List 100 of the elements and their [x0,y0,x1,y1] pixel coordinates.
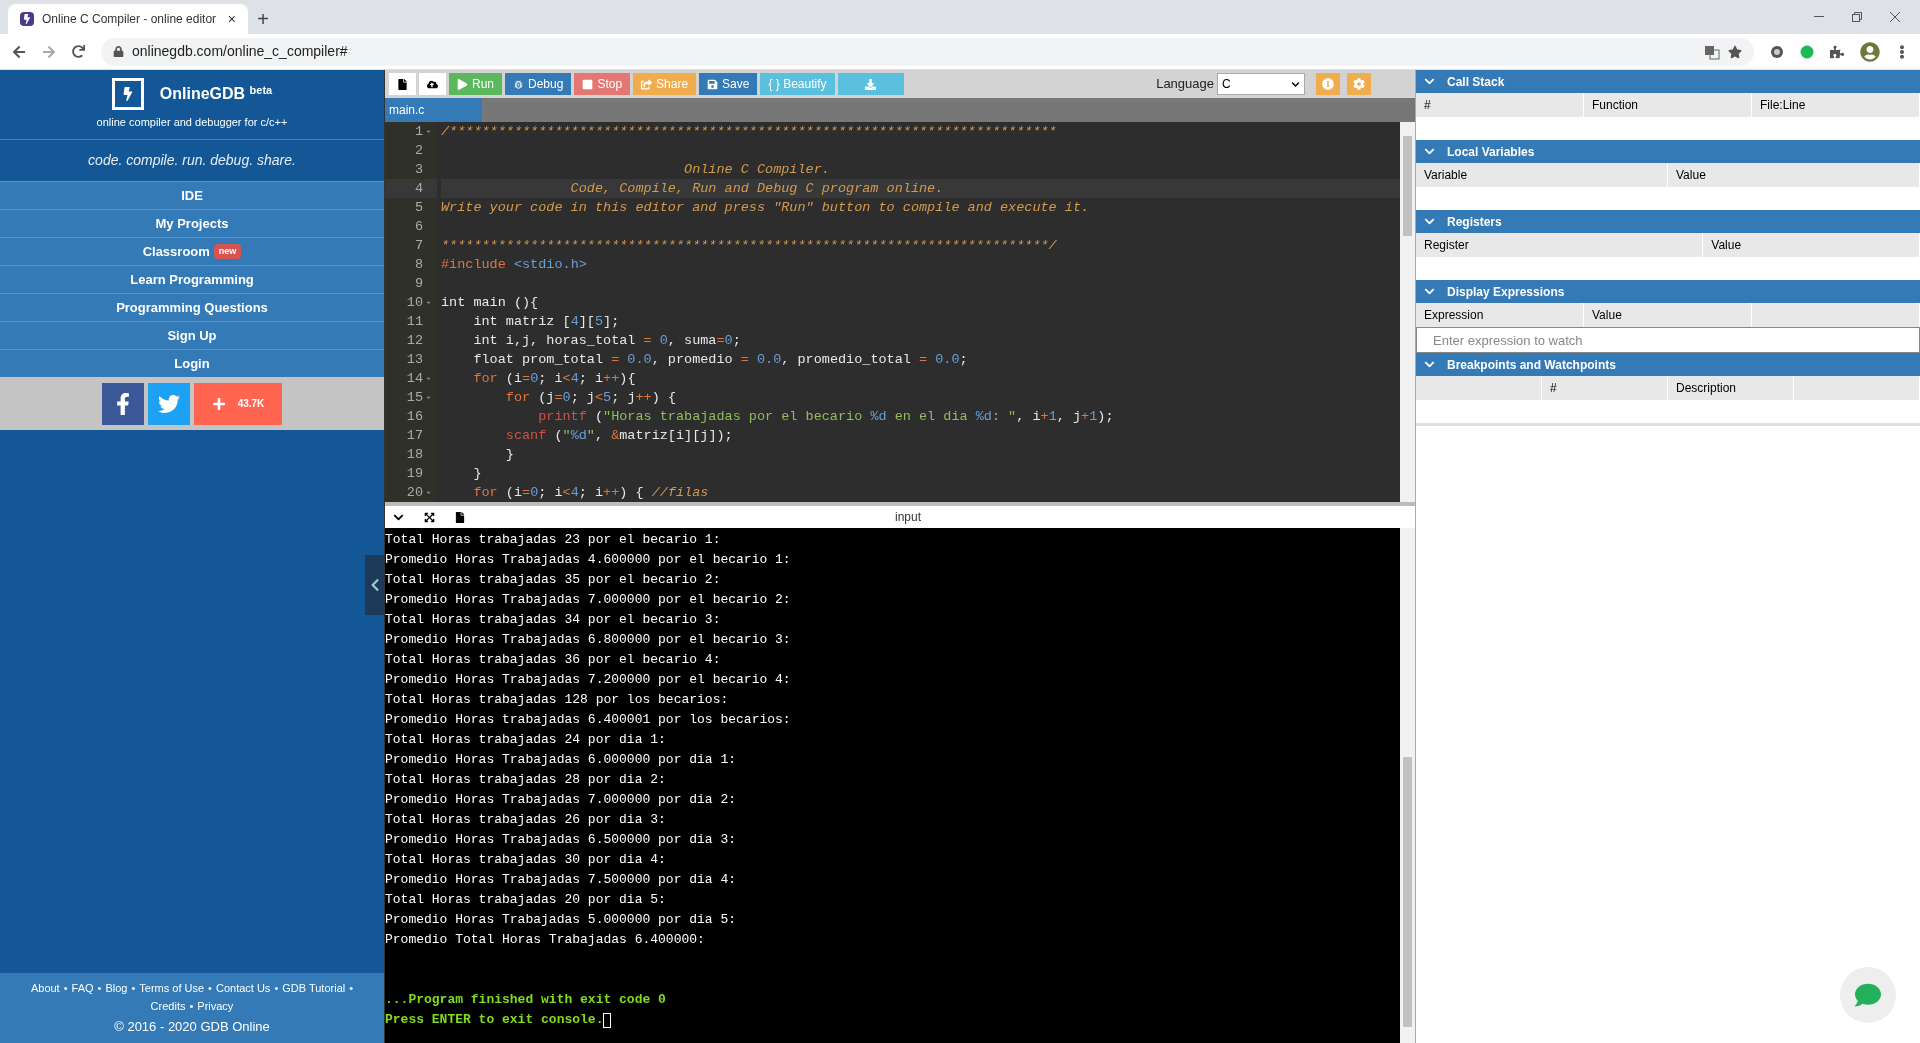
fold-icon[interactable] [425,489,432,496]
puzzle-icon[interactable] [1830,44,1844,59]
run-button[interactable]: Run [449,73,502,95]
line-number: 14 [406,370,423,388]
new-tab-button[interactable]: + [248,4,278,34]
column-header: Register [1424,237,1469,254]
footer-link[interactable]: Credits [150,998,186,1015]
code-line: printf ("Horas trabajadas por el becario %d en el dia %d: ", i+1, j+1); [537,409,1114,424]
panel-header[interactable]: Breakpoints and Watchpoints [1416,353,1920,376]
nav-item[interactable]: Login [0,349,384,377]
console-line: Promedio Horas Trabajadas 7.500000 por dia 4: [385,871,737,889]
close-icon[interactable] [1890,12,1900,22]
debug-button[interactable]: Debug [505,73,572,95]
line-number: 11 [406,313,423,331]
fold-icon[interactable] [425,299,432,306]
file-tab[interactable]: main.c [385,98,482,122]
share-count-button[interactable]: 43.7K [194,382,282,425]
settings-icon [1353,78,1365,90]
logo-icon [111,78,144,111]
bird-icon [158,392,180,415]
translate-icon[interactable] [1704,43,1720,60]
footer-link[interactable]: Privacy [197,998,234,1015]
expression-field[interactable]: Enter expression to watch [1416,327,1920,353]
footer-link[interactable]: Contact Us [215,979,271,997]
code-line: ***************************************************************************/ [441,238,1057,253]
download-icon [865,78,876,90]
star-icon[interactable] [1728,44,1742,59]
console-line: Total Horas trabajadas 23 por el becario 1: [385,531,721,549]
scrollbar[interactable] [1400,528,1415,1043]
code-line: int matriz [4][5]; [472,314,620,329]
panel-header[interactable]: Registers [1416,210,1920,233]
nav-item[interactable]: Programming Questions [0,293,384,321]
panel-header[interactable]: Call Stack [1416,70,1920,93]
address-bar[interactable]: onlinegdb.com/online_c_compiler# [101,37,1754,66]
restore-icon[interactable] [1852,12,1862,22]
column-header: Value [1592,307,1622,324]
scrollbar[interactable] [1400,122,1415,502]
console-title: input [895,509,922,526]
column-header: # [1550,380,1557,397]
status-line: Press ENTER to exit console. [385,1011,604,1029]
footer-link[interactable]: Terms of Use [139,979,205,997]
chat-button[interactable] [1840,967,1896,1023]
code-line: for (i=0; i<4; i++){ [472,371,636,386]
code-line: scanf ("%d", &matriz[i][j]); [504,428,733,443]
panel-header[interactable]: Display Expressions [1416,280,1920,303]
share-count: 43.7K [237,397,265,411]
tab-title: Online C Compiler - online editor [42,11,218,28]
chevron-icon [1424,146,1435,157]
browser-tab[interactable]: Online C Compiler - online editor × [8,4,248,34]
line-number: 18 [406,446,423,464]
new-file-button[interactable] [389,73,416,95]
console-line: Total Horas trabajadas 34 por el becario 3: [385,611,721,629]
tab-close[interactable]: × [227,8,236,30]
code-line: } [472,466,482,481]
upload-button[interactable] [419,73,446,95]
footer-link[interactable]: GDB Tutorial [282,979,346,997]
column-header: # [1424,97,1431,114]
console-line: Total Horas trabajadas 35 por el becario 2: [385,571,721,589]
stop-button[interactable]: Stop [574,73,631,95]
footer-link[interactable]: FAQ [71,979,94,997]
nav-item[interactable]: My Projects [0,209,384,237]
facebook-button[interactable] [102,382,144,425]
file-icon[interactable] [455,511,465,523]
language-select[interactable]: C [1217,73,1305,95]
line-number: 10 [406,294,423,312]
code-line: } [504,447,514,462]
reload-icon[interactable] [72,45,85,58]
play-icon [457,78,468,90]
avatar-icon[interactable] [1860,41,1880,62]
fold-icon[interactable] [425,128,432,135]
nav-item[interactable]: Learn Programming [0,265,384,293]
extension-icon[interactable] [1770,44,1784,59]
code-line: #include <stdio.h> [441,257,587,272]
column-header: Variable [1424,167,1468,184]
console-line: Promedio Total Horas Trabajadas 6.400000: [385,931,705,949]
column-header: Expression [1424,307,1484,324]
fold-icon[interactable] [425,375,432,382]
link-separator: • [63,980,68,996]
collapse-tab[interactable] [365,555,384,615]
expand-icon[interactable] [424,511,435,523]
nav-item[interactable]: Sign Up [0,321,384,349]
panel-header[interactable]: Local Variables [1416,140,1920,163]
line-number: 3 [414,161,423,179]
fold-icon[interactable] [425,394,432,401]
footer-link[interactable]: Blog [105,979,128,997]
chevron-icon [1424,286,1435,297]
subtitle: online compiler and debugger for c/c++ [96,115,288,131]
code-line: Online C Compiler. [683,162,830,177]
back-icon[interactable] [12,44,26,59]
line-number: 7 [414,237,423,255]
twitter-button[interactable] [148,382,190,425]
nav-item[interactable]: IDE [0,181,384,209]
column-header: Description [1676,380,1737,397]
footer-link[interactable]: About [30,979,60,997]
info-icon [1322,78,1334,90]
tagline: code. compile. run. debug. share. [88,151,296,170]
save-button[interactable]: Save [699,73,758,95]
minimize-icon[interactable] [1814,16,1824,18]
nav-item[interactable]: Classroom new [0,237,384,265]
line-number: 20 [406,484,423,502]
